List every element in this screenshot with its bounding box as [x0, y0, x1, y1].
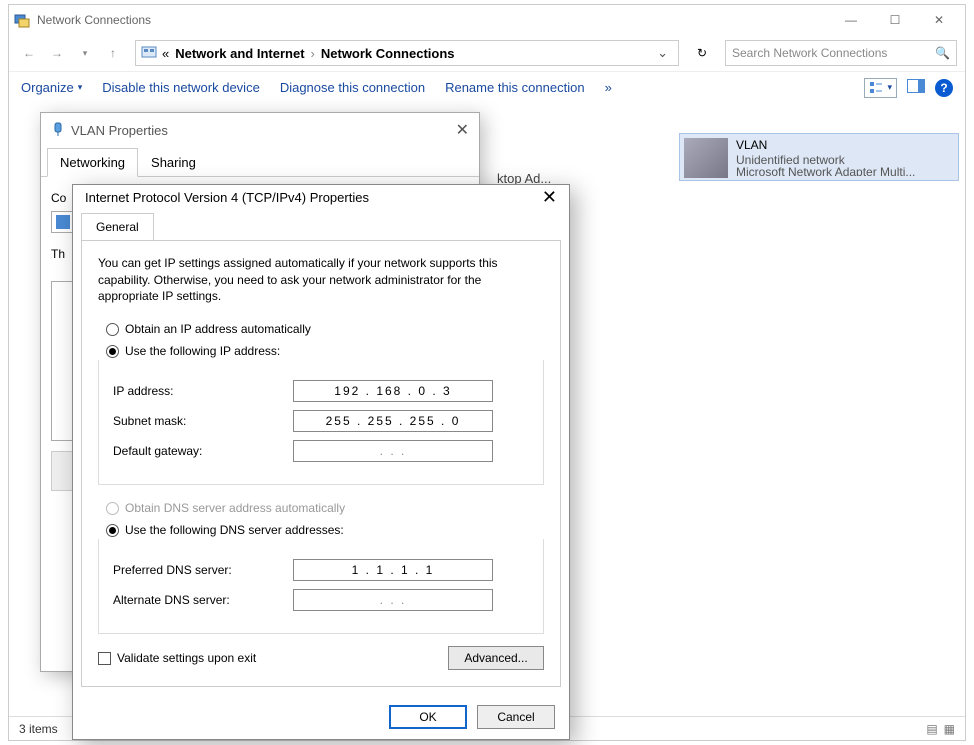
- ip-address-input[interactable]: 192 . 168 . 0 . 3: [293, 380, 493, 402]
- dns-settings-group: Preferred DNS server: 1 . 1 . 1 . 1 Alte…: [98, 539, 544, 634]
- tab-general[interactable]: General: [81, 213, 154, 240]
- dropdown-icon: ▾: [78, 82, 83, 93]
- search-input[interactable]: Search Network Connections 🔍: [725, 40, 957, 66]
- breadcrumb-seg-network-connections[interactable]: Network Connections: [321, 46, 455, 61]
- connection-tile-vlan[interactable]: VLAN Unidentified network Microsoft Netw…: [679, 133, 959, 181]
- connection-adapter-name: Microsoft Network Adapter Multi...: [736, 165, 915, 177]
- close-icon[interactable]: ✕: [456, 120, 469, 140]
- toolbar-overflow-button[interactable]: »: [605, 80, 612, 95]
- ip-address-label: IP address:: [113, 384, 293, 398]
- window-title: Network Connections: [37, 13, 151, 27]
- dialog-titlebar: Internet Protocol Version 4 (TCP/IPv4) P…: [73, 185, 569, 209]
- status-item-count: 3 items: [19, 722, 58, 736]
- dialog-title: VLAN Properties: [71, 123, 168, 138]
- forward-button[interactable]: →: [45, 41, 69, 65]
- preview-pane-button[interactable]: [907, 79, 925, 96]
- view-options-button[interactable]: ▾: [864, 78, 897, 98]
- tab-networking[interactable]: Networking: [47, 148, 138, 177]
- description-text: You can get IP settings assigned automat…: [98, 255, 544, 304]
- command-bar: Organize ▾ Disable this network device D…: [9, 71, 965, 103]
- large-icons-view-icon[interactable]: ▦: [944, 722, 955, 736]
- address-dropdown-icon[interactable]: ⌄: [651, 45, 674, 61]
- preferred-dns-input[interactable]: 1 . 1 . 1 . 1: [293, 559, 493, 581]
- advanced-button[interactable]: Advanced...: [448, 646, 544, 670]
- titlebar: Network Connections — ☐ ✕: [9, 5, 965, 35]
- radio-obtain-dns-auto: Obtain DNS server address automatically: [106, 501, 544, 515]
- connection-name: VLAN: [736, 138, 915, 153]
- close-icon[interactable]: ✕: [542, 187, 557, 208]
- organize-menu[interactable]: Organize ▾: [21, 80, 82, 95]
- cancel-button[interactable]: Cancel: [477, 705, 555, 729]
- dialog-title: Internet Protocol Version 4 (TCP/IPv4) P…: [85, 190, 369, 205]
- vlan-adapter-icon: [51, 122, 65, 139]
- back-button[interactable]: ←: [17, 41, 41, 65]
- alternate-dns-input[interactable]: . . .: [293, 589, 493, 611]
- radio-icon: [106, 524, 119, 537]
- search-placeholder: Search Network Connections: [732, 46, 935, 60]
- control-panel-icon: [140, 44, 158, 62]
- refresh-button[interactable]: ↻: [689, 40, 715, 66]
- breadcrumb-prefix: «: [162, 46, 169, 61]
- maximize-button[interactable]: ☐: [873, 6, 917, 34]
- dialog-titlebar: VLAN Properties ✕: [41, 113, 479, 147]
- network-connections-app-icon: [13, 11, 31, 29]
- ipv4-properties-dialog: Internet Protocol Version 4 (TCP/IPv4) P…: [72, 184, 570, 740]
- organize-label: Organize: [21, 80, 74, 95]
- radio-use-static-ip[interactable]: Use the following IP address:: [106, 344, 544, 358]
- dialog-tabs: Networking Sharing: [41, 147, 479, 177]
- radio-icon: [106, 345, 119, 358]
- ip-settings-group: IP address: 192 . 168 . 0 . 3 Subnet mas…: [98, 360, 544, 485]
- default-gateway-label: Default gateway:: [113, 444, 293, 458]
- diagnose-connection-button[interactable]: Diagnose this connection: [280, 80, 425, 95]
- minimize-button[interactable]: —: [829, 6, 873, 34]
- rename-connection-button[interactable]: Rename this connection: [445, 80, 584, 95]
- default-gateway-input[interactable]: . . .: [293, 440, 493, 462]
- radio-icon: [106, 502, 119, 515]
- validate-on-exit-checkbox[interactable]: Validate settings upon exit: [98, 651, 256, 665]
- preferred-dns-label: Preferred DNS server:: [113, 563, 293, 577]
- help-icon[interactable]: ?: [935, 79, 953, 97]
- address-bar[interactable]: « Network and Internet › Network Connect…: [135, 40, 679, 66]
- radio-use-static-dns[interactable]: Use the following DNS server addresses:: [106, 523, 544, 537]
- subnet-mask-label: Subnet mask:: [113, 414, 293, 428]
- breadcrumb-separator-icon: ›: [311, 46, 315, 61]
- recent-dropdown-button[interactable]: ▾: [73, 41, 97, 65]
- connection-status: Unidentified network: [736, 153, 915, 165]
- radio-obtain-ip-auto[interactable]: Obtain an IP address automatically: [106, 322, 544, 336]
- radio-icon: [106, 323, 119, 336]
- network-adapter-icon: [684, 138, 728, 178]
- tab-sharing[interactable]: Sharing: [138, 148, 209, 177]
- search-icon: 🔍: [935, 46, 950, 60]
- up-button[interactable]: ↑: [101, 41, 125, 65]
- checkbox-icon: [98, 652, 111, 665]
- close-button[interactable]: ✕: [917, 6, 961, 34]
- breadcrumb-seg-network-and-internet[interactable]: Network and Internet: [175, 46, 304, 61]
- nav-row: ← → ▾ ↑ « Network and Internet › Network…: [9, 35, 965, 71]
- ok-button[interactable]: OK: [389, 705, 467, 729]
- alternate-dns-label: Alternate DNS server:: [113, 593, 293, 607]
- disable-device-button[interactable]: Disable this network device: [102, 80, 260, 95]
- details-view-icon[interactable]: ▤: [926, 722, 937, 736]
- nic-icon: [56, 215, 70, 229]
- subnet-mask-input[interactable]: 255 . 255 . 255 . 0: [293, 410, 493, 432]
